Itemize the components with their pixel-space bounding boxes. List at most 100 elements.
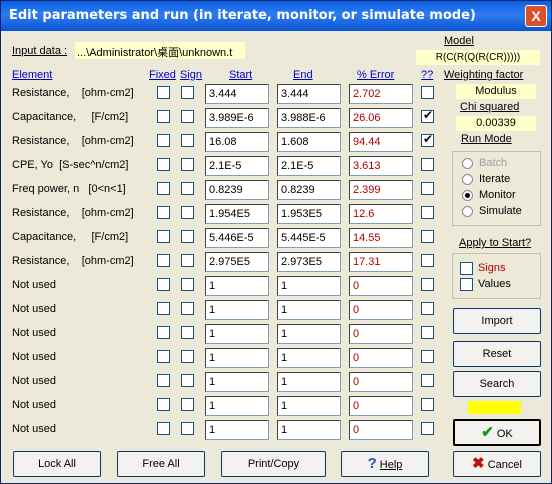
fixed-checkbox[interactable] (157, 86, 170, 99)
sign-checkbox[interactable] (181, 206, 194, 219)
sign-checkbox[interactable] (181, 254, 194, 267)
fixed-checkbox[interactable] (157, 134, 170, 147)
qq-checkbox[interactable] (421, 158, 434, 171)
help-button[interactable]: ? Help (341, 451, 429, 477)
apply-signs-checkbox[interactable] (460, 262, 473, 275)
header-fixed[interactable]: Fixed (149, 69, 176, 81)
header-sign[interactable]: Sign (180, 69, 202, 81)
cancel-button[interactable]: ✖ Cancel (453, 451, 541, 477)
sign-checkbox[interactable] (181, 422, 194, 435)
qq-checkbox[interactable] (421, 108, 434, 123)
apply-values-checkbox[interactable] (460, 278, 473, 291)
end-value-input[interactable]: 1 (277, 300, 341, 320)
qq-checkbox[interactable] (421, 374, 434, 387)
fixed-checkbox[interactable] (157, 422, 170, 435)
end-value-input[interactable]: 2.1E-5 (277, 156, 341, 176)
end-value-input[interactable]: 5.445E-5 (277, 228, 341, 248)
sign-checkbox[interactable] (181, 110, 194, 123)
radio-batch[interactable] (462, 158, 473, 169)
start-value-input[interactable]: 0.8239 (205, 180, 269, 200)
sign-checkbox[interactable] (181, 374, 194, 387)
free-all-button[interactable]: Free All (117, 451, 205, 477)
sign-checkbox[interactable] (181, 398, 194, 411)
header-qq[interactable]: ?? (421, 69, 433, 81)
fixed-checkbox[interactable] (157, 254, 170, 267)
sign-checkbox[interactable] (181, 302, 194, 315)
end-value-input[interactable]: 1 (277, 348, 341, 368)
fixed-checkbox[interactable] (157, 158, 170, 171)
fixed-checkbox[interactable] (157, 230, 170, 243)
start-value-input[interactable]: 1 (205, 348, 269, 368)
qq-checkbox[interactable] (421, 398, 434, 411)
reset-button[interactable]: Reset (453, 341, 541, 367)
qq-checkbox[interactable] (421, 254, 434, 267)
end-value-input[interactable]: 2.973E5 (277, 252, 341, 272)
sign-checkbox[interactable] (181, 134, 194, 147)
qq-checkbox[interactable] (421, 206, 434, 219)
search-button[interactable]: Search (453, 371, 541, 397)
end-value-input[interactable]: 1 (277, 324, 341, 344)
start-value-input[interactable]: 1 (205, 420, 269, 440)
qq-checkbox[interactable] (421, 302, 434, 315)
start-value-input[interactable]: 1 (205, 324, 269, 344)
start-value-input[interactable]: 1 (205, 396, 269, 416)
close-button[interactable]: X (525, 5, 547, 27)
start-value-input[interactable]: 2.1E-5 (205, 156, 269, 176)
ok-button[interactable]: ✔ OK (453, 419, 541, 446)
start-value-input[interactable]: 3.989E-6 (205, 108, 269, 128)
sign-checkbox[interactable] (181, 230, 194, 243)
radio-monitor[interactable] (462, 190, 473, 201)
qq-checkbox[interactable] (421, 422, 434, 435)
lock-all-button[interactable]: Lock All (13, 451, 101, 477)
qq-checkbox[interactable] (421, 86, 434, 99)
start-value-input[interactable]: 1 (205, 372, 269, 392)
radio-iterate[interactable] (462, 174, 473, 185)
end-value-input[interactable]: 0.8239 (277, 180, 341, 200)
qq-checkbox[interactable] (421, 230, 434, 243)
fixed-checkbox[interactable] (157, 350, 170, 363)
sign-checkbox[interactable] (181, 278, 194, 291)
sign-checkbox[interactable] (181, 182, 194, 195)
end-value-input[interactable]: 1.953E5 (277, 204, 341, 224)
error-value-field: 2.702 (349, 84, 413, 104)
fixed-checkbox[interactable] (157, 326, 170, 339)
end-value-input[interactable]: 1 (277, 372, 341, 392)
fixed-checkbox[interactable] (157, 374, 170, 387)
end-value-input[interactable]: 1 (277, 276, 341, 296)
start-value-input[interactable]: 2.975E5 (205, 252, 269, 272)
start-value-input[interactable]: 16.08 (205, 132, 269, 152)
header-start[interactable]: Start (229, 69, 252, 81)
sign-checkbox[interactable] (181, 326, 194, 339)
qq-checkbox[interactable] (421, 350, 434, 363)
sign-checkbox[interactable] (181, 158, 194, 171)
header-end[interactable]: End (293, 69, 313, 81)
start-value-input[interactable]: 1 (205, 300, 269, 320)
qq-checkbox[interactable] (421, 132, 434, 147)
fixed-checkbox[interactable] (157, 302, 170, 315)
qq-checkbox[interactable] (421, 278, 434, 291)
sign-checkbox[interactable] (181, 86, 194, 99)
fixed-checkbox[interactable] (157, 398, 170, 411)
start-value-input[interactable]: 3.444 (205, 84, 269, 104)
end-value-input[interactable]: 3.988E-6 (277, 108, 341, 128)
fixed-checkbox[interactable] (157, 278, 170, 291)
qq-checkbox[interactable] (421, 182, 434, 195)
end-value-input[interactable]: 1 (277, 396, 341, 416)
import-button[interactable]: Import (453, 308, 541, 334)
sign-checkbox[interactable] (181, 350, 194, 363)
row-element-label: Capacitance, [F/cm2] (12, 231, 129, 243)
qq-checkbox[interactable] (421, 326, 434, 339)
end-value-input[interactable]: 1 (277, 420, 341, 440)
fixed-checkbox[interactable] (157, 182, 170, 195)
print-copy-button[interactable]: Print/Copy (221, 451, 326, 477)
header-error[interactable]: % Error (357, 69, 394, 81)
start-value-input[interactable]: 1.954E5 (205, 204, 269, 224)
start-value-input[interactable]: 1 (205, 276, 269, 296)
fixed-checkbox[interactable] (157, 206, 170, 219)
radio-simulate[interactable] (462, 206, 473, 217)
start-value-input[interactable]: 5.446E-5 (205, 228, 269, 248)
end-value-input[interactable]: 3.444 (277, 84, 341, 104)
fixed-checkbox[interactable] (157, 110, 170, 123)
end-value-input[interactable]: 1.608 (277, 132, 341, 152)
weighting-value[interactable]: Modulus (456, 84, 536, 99)
